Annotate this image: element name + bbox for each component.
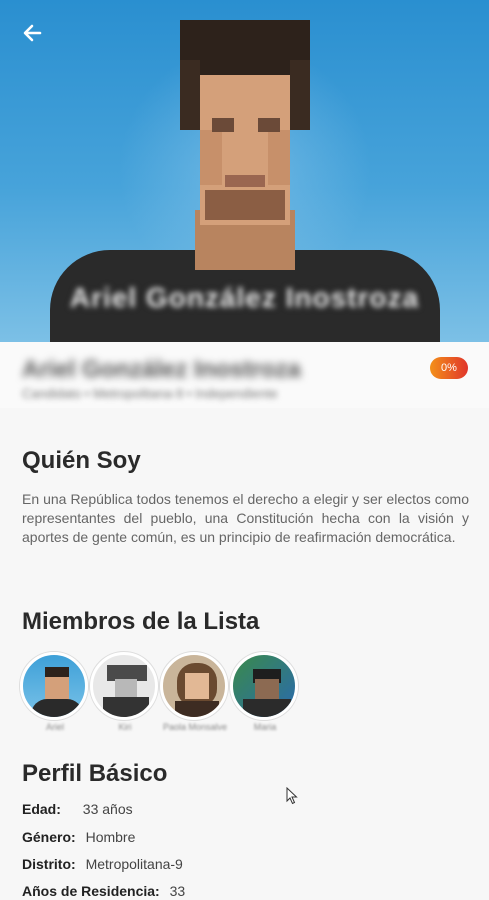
- member-name: Kiri: [118, 722, 132, 732]
- profile-label: Edad:: [22, 801, 61, 817]
- member-avatar: [90, 652, 158, 720]
- about-text: En una República todos tenemos el derech…: [22, 491, 469, 545]
- member-item[interactable]: Kiri: [90, 652, 160, 732]
- eye-left-block: [212, 118, 234, 132]
- member-item[interactable]: Maria: [230, 652, 300, 732]
- profile-row-district: Distrito: Metropolitana-9: [22, 856, 183, 872]
- candidate-subtitle: Candidato • Metropolitana-9 • Independie…: [22, 386, 278, 401]
- candidate-hero-photo: Ariel González Inostroza: [0, 0, 489, 342]
- profile-label: Género:: [22, 829, 76, 845]
- about-title: Quién Soy: [22, 447, 141, 474]
- profile-value: Metropolitana-9: [85, 856, 183, 872]
- mouse-cursor-icon: [286, 787, 298, 805]
- profile-value: Hombre: [85, 829, 136, 845]
- member-name: Paola Monsalve: [162, 722, 228, 732]
- arrow-left-icon: [23, 24, 42, 42]
- profile-label: Distrito:: [22, 856, 76, 872]
- candidate-name: Ariel González Inostroza: [22, 356, 301, 383]
- profile-title: Perfil Básico: [22, 760, 168, 787]
- member-name: Ariel: [45, 722, 64, 732]
- hair-side-right: [290, 60, 310, 130]
- beard-block: [205, 190, 285, 220]
- eye-right-block: [258, 118, 280, 132]
- profile-row-age: Edad: 33 años: [22, 801, 133, 817]
- profile-row-residence: Años de Residencia: 33: [22, 883, 185, 899]
- hair-side-left: [180, 60, 200, 130]
- face-cheek-left: [200, 130, 222, 185]
- profile-value: 33: [169, 883, 186, 899]
- member-avatar: [230, 652, 298, 720]
- member-name: Maria: [253, 722, 277, 732]
- face-cheek-right: [268, 130, 290, 185]
- progress-badge: 0%: [430, 357, 468, 379]
- photo-name-overlay: Ariel González Inostroza: [69, 282, 420, 313]
- profile-value: 33 años: [82, 801, 133, 817]
- mouth-block: [225, 175, 265, 187]
- profile-label: Años de Residencia:: [22, 883, 160, 899]
- member-item[interactable]: Paola Monsalve: [160, 652, 230, 732]
- member-item[interactable]: Ariel: [20, 652, 90, 732]
- profile-row-gender: Género: Hombre: [22, 829, 135, 845]
- members-title: Miembros de la Lista: [22, 608, 260, 635]
- member-avatar: [160, 652, 228, 720]
- member-avatar: [20, 652, 88, 720]
- members-list: Ariel Kiri Paola Monsalve Maria: [20, 652, 320, 732]
- back-button[interactable]: [16, 16, 50, 50]
